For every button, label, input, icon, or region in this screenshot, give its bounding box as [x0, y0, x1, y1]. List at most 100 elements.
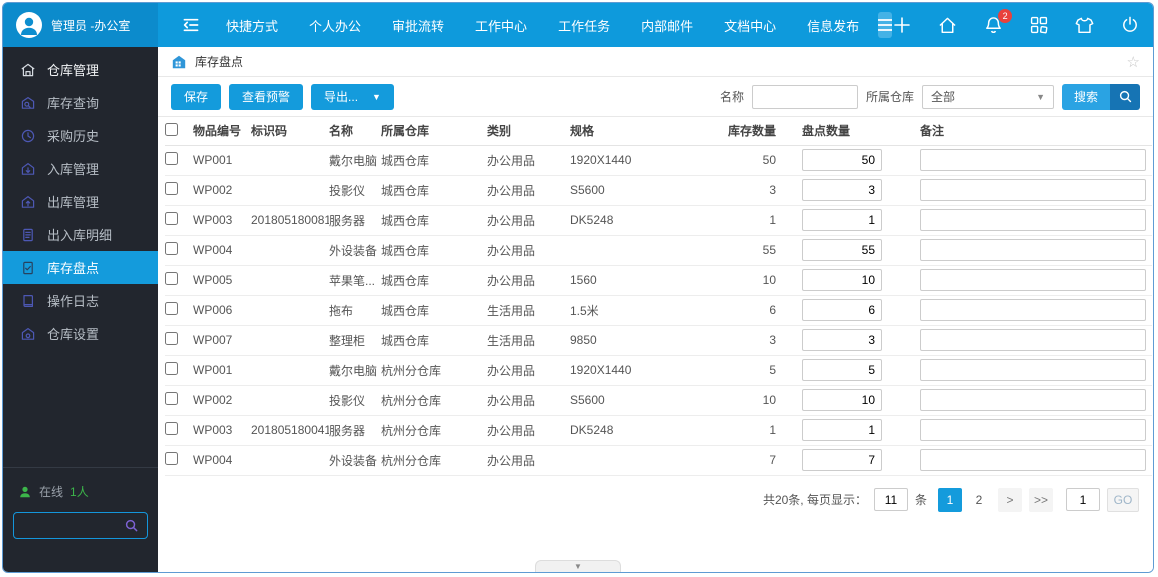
count-input[interactable]: [802, 239, 882, 261]
save-button[interactable]: 保存: [171, 83, 222, 110]
search-icon[interactable]: [124, 518, 139, 533]
note-input[interactable]: [920, 329, 1146, 351]
header-name: 名称: [329, 117, 381, 146]
cell-code: WP003: [193, 205, 251, 236]
plus-icon[interactable]: [892, 15, 912, 35]
menu-fold-icon[interactable]: [180, 14, 202, 36]
collapse-panel-handle[interactable]: ▼: [535, 560, 621, 572]
go-button[interactable]: GO: [1107, 487, 1139, 512]
nav-item[interactable]: 快捷方式: [226, 16, 278, 35]
nav-item[interactable]: 工作中心: [475, 16, 527, 35]
count-input[interactable]: [802, 179, 882, 201]
count-input[interactable]: [802, 209, 882, 231]
bell-icon[interactable]: 2: [983, 8, 1013, 36]
nav-item[interactable]: 信息发布: [807, 16, 859, 35]
nav-item[interactable]: 个人办公: [309, 16, 361, 35]
row-checkbox[interactable]: [165, 272, 178, 285]
sidebar-item-2[interactable]: 采购历史: [3, 119, 158, 152]
page-button-1[interactable]: 1: [938, 487, 962, 512]
note-input[interactable]: [920, 419, 1146, 441]
row-checkbox[interactable]: [165, 302, 178, 315]
next-page-button[interactable]: >: [998, 487, 1022, 512]
search-icon: [1110, 83, 1140, 110]
power-icon[interactable]: [1120, 15, 1140, 35]
sidebar-item-6[interactable]: 库存盘点: [3, 251, 158, 284]
cell-name: 服务器: [329, 205, 381, 236]
sidebar-item-3[interactable]: 入库管理: [3, 152, 158, 185]
last-page-button[interactable]: >>: [1029, 487, 1053, 512]
cell-code: WP007: [193, 325, 251, 356]
detail-doc-icon: [20, 227, 36, 243]
note-input[interactable]: [920, 239, 1146, 261]
count-input[interactable]: [802, 389, 882, 411]
name-filter-input[interactable]: [751, 84, 858, 109]
count-input[interactable]: [802, 359, 882, 381]
avatar: [16, 12, 42, 38]
sidebar-item-0[interactable]: 仓库管理: [3, 53, 158, 86]
count-input[interactable]: [802, 419, 882, 441]
note-input[interactable]: [920, 209, 1146, 231]
page-size-input[interactable]: [873, 488, 908, 511]
cell-warehouse: 城西仓库: [381, 175, 487, 206]
sidebar-item-4[interactable]: 出库管理: [3, 185, 158, 218]
search-button[interactable]: 搜索: [1061, 83, 1140, 110]
note-input[interactable]: [920, 149, 1146, 171]
row-checkbox[interactable]: [165, 452, 178, 465]
favorite-star-icon[interactable]: ☆: [1127, 53, 1140, 71]
nav-item[interactable]: 内部邮件: [641, 16, 693, 35]
note-input[interactable]: [920, 449, 1146, 471]
cell-stock: 3: [690, 175, 802, 206]
clock-icon: [20, 128, 36, 144]
row-checkbox[interactable]: [165, 362, 178, 375]
cell-tag: [251, 175, 329, 206]
row-checkbox[interactable]: [165, 212, 178, 225]
sidebar-item-label: 入库管理: [47, 162, 100, 177]
cell-warehouse: 城西仓库: [381, 145, 487, 176]
stocktake-doc-icon: [20, 260, 36, 276]
user-area[interactable]: 管理员 -办公室: [3, 3, 158, 47]
cell-tag: [251, 355, 329, 386]
sidebar-item-5[interactable]: 出入库明细: [3, 218, 158, 251]
row-checkbox[interactable]: [165, 182, 178, 195]
sidebar-item-7[interactable]: 操作日志: [3, 284, 158, 317]
count-input[interactable]: [802, 329, 882, 351]
count-input[interactable]: [802, 299, 882, 321]
note-input[interactable]: [920, 269, 1146, 291]
shirt-icon[interactable]: [1074, 15, 1095, 36]
sidebar-search-input[interactable]: [22, 518, 124, 533]
note-input[interactable]: [920, 299, 1146, 321]
nav-more-icon[interactable]: [878, 12, 893, 38]
page-button-2[interactable]: 2: [967, 487, 991, 512]
row-checkbox[interactable]: [165, 392, 178, 405]
row-checkbox[interactable]: [165, 332, 178, 345]
select-all-checkbox[interactable]: [165, 122, 178, 136]
row-checkbox[interactable]: [165, 152, 178, 165]
goto-page-input[interactable]: [1066, 488, 1100, 511]
row-checkbox[interactable]: [165, 242, 178, 255]
note-input[interactable]: [920, 389, 1146, 411]
sidebar-item-8[interactable]: 仓库设置: [3, 317, 158, 350]
count-input[interactable]: [802, 449, 882, 471]
note-input[interactable]: [920, 359, 1146, 381]
home-icon[interactable]: [937, 15, 958, 36]
export-button[interactable]: 导出... ▼: [311, 83, 394, 110]
cell-tag: 201805180081: [251, 205, 329, 236]
nav-item[interactable]: 工作任务: [558, 16, 610, 35]
cell-category: 生活用品: [487, 325, 570, 356]
sidebar-item-1[interactable]: 库存查询: [3, 86, 158, 119]
cell-code: WP005: [193, 265, 251, 296]
note-input[interactable]: [920, 179, 1146, 201]
chevron-down-icon: ▼: [1036, 91, 1045, 102]
nav-item[interactable]: 文档中心: [724, 16, 776, 35]
cell-name: 投影仪: [329, 385, 381, 416]
cell-warehouse: 杭州分仓库: [381, 385, 487, 416]
nav-item[interactable]: 审批流转: [392, 16, 444, 35]
apps-icon[interactable]: [1029, 15, 1049, 35]
topbar-icons: 2: [892, 8, 1153, 36]
view-alert-button[interactable]: 查看预警: [229, 83, 304, 110]
cell-category: 办公用品: [487, 385, 570, 416]
warehouse-select[interactable]: 全部 ▼: [921, 84, 1054, 109]
row-checkbox[interactable]: [165, 422, 178, 435]
count-input[interactable]: [802, 269, 882, 291]
count-input[interactable]: [802, 149, 882, 171]
